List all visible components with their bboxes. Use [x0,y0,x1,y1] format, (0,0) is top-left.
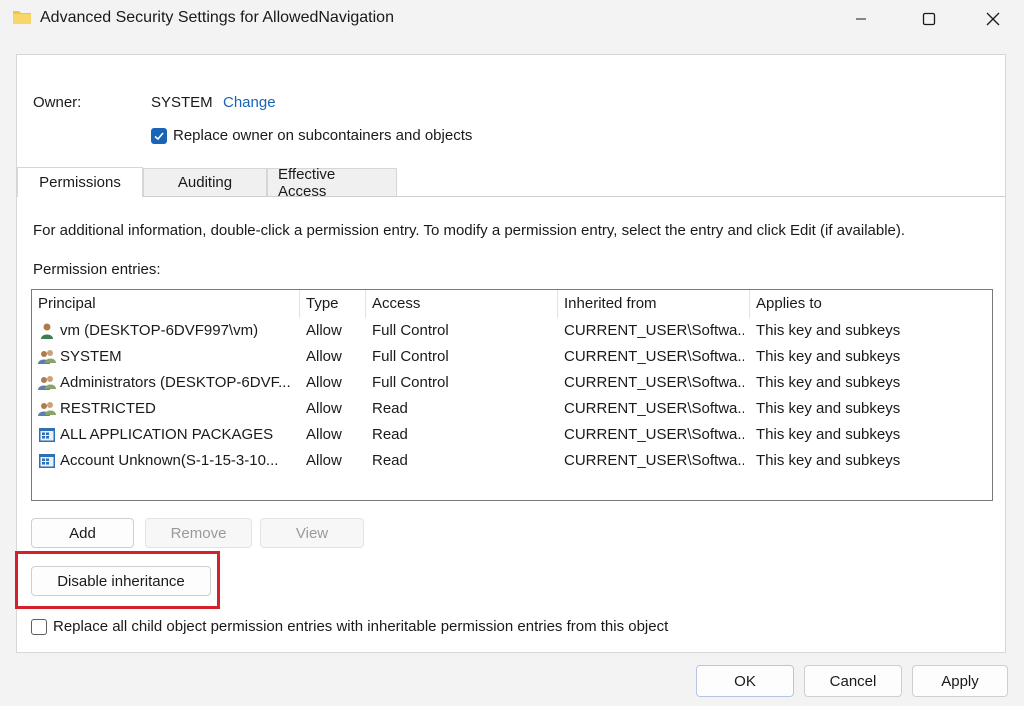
close-button[interactable] [970,0,1016,38]
table-row[interactable]: RESTRICTED Allow Read CURRENT_USER\Softw… [32,396,992,422]
replace-child-checkbox-row[interactable]: Replace all child object permission entr… [31,618,668,635]
principal-name: vm (DESKTOP-6DVF997\vm) [60,322,259,339]
replace-child-label: Replace all child object permission entr… [53,618,669,635]
entry-access: Full Control [372,348,449,365]
list-header: Principal Type Access Inherited from App… [32,290,992,318]
table-row[interactable]: Account Unknown(S-1-15-3-10... Allow Rea… [32,448,992,474]
group-icon [38,374,56,392]
ok-button[interactable]: OK [696,665,794,697]
column-header-inherited-from[interactable]: Inherited from [558,290,750,318]
entry-applies-to: This key and subkeys [756,374,901,391]
cancel-button[interactable]: Cancel [804,665,902,697]
title-bar: Advanced Security Settings for AllowedNa… [0,0,1024,38]
entry-access: Read [372,452,408,469]
column-header-type[interactable]: Type [300,290,366,318]
principal-name: RESTRICTED [60,400,156,417]
entry-access: Full Control [372,322,449,339]
principal-name: SYSTEM [60,348,122,365]
minimize-button[interactable] [838,0,884,38]
group-icon [38,400,56,418]
entry-inherited-from: CURRENT_USER\Softwa... [564,348,744,365]
entry-type: Allow [306,452,342,469]
entry-type: Allow [306,426,342,443]
checkmark-icon [154,131,164,140]
app-package-icon [38,452,56,470]
remove-button[interactable]: Remove [145,518,252,548]
principal-name: ALL APPLICATION PACKAGES [60,426,274,443]
principal-name: Administrators (DESKTOP-6DVF... [60,374,291,391]
permission-entries-list[interactable]: Principal Type Access Inherited from App… [31,289,993,501]
close-icon [986,12,1000,26]
entry-inherited-from: CURRENT_USER\Softwa... [564,322,744,339]
table-row[interactable]: Administrators (DESKTOP-6DVF... Allow Fu… [32,370,992,396]
replace-owner-checkbox[interactable] [151,127,167,144]
replace-child-checkbox[interactable] [31,618,47,635]
app-package-icon [38,426,56,444]
column-header-access[interactable]: Access [366,290,558,318]
group-icon [38,348,56,366]
principal-name: Account Unknown(S-1-15-3-10... [60,452,279,469]
entry-applies-to: This key and subkeys [756,400,901,417]
permissions-info-text: For additional information, double-click… [33,222,906,239]
folder-icon [12,9,32,25]
entry-access: Read [372,426,408,443]
entry-type: Allow [306,348,342,365]
permission-entries-label: Permission entries: [33,261,161,278]
tab-divider [17,196,1005,197]
maximize-icon [922,12,936,26]
tab-effective-access[interactable]: Effective Access [267,166,397,200]
user-icon [38,322,56,340]
entry-access: Full Control [372,374,449,391]
entry-inherited-from: CURRENT_USER\Softwa... [564,426,744,443]
maximize-button[interactable] [906,0,952,38]
owner-value: SYSTEM [151,94,213,111]
entry-type: Allow [306,374,342,391]
tab-auditing[interactable]: Auditing [143,168,267,196]
minimize-icon [856,18,866,20]
add-button[interactable]: Add [31,518,134,548]
entry-applies-to: This key and subkeys [756,452,901,469]
view-button[interactable]: View [260,518,364,548]
entry-type: Allow [306,400,342,417]
change-owner-link[interactable]: Change [223,94,276,111]
entry-applies-to: This key and subkeys [756,322,901,339]
advanced-security-settings-window: Advanced Security Settings for AllowedNa… [0,0,1024,706]
tab-permissions[interactable]: Permissions [17,167,143,197]
owner-label: Owner: [33,94,82,111]
table-row[interactable]: ALL APPLICATION PACKAGES Allow Read CURR… [32,422,992,448]
dialog-content: Owner: SYSTEM Change Replace owner on su… [15,54,1006,653]
entry-applies-to: This key and subkeys [756,348,901,365]
column-header-applies-to[interactable]: Applies to [750,290,992,318]
entry-inherited-from: CURRENT_USER\Softwa... [564,374,744,391]
replace-owner-checkbox-row[interactable]: Replace owner on subcontainers and objec… [151,127,472,144]
window-title: Advanced Security Settings for AllowedNa… [40,9,394,26]
column-header-principal[interactable]: Principal [32,290,300,318]
table-row[interactable]: SYSTEM Allow Full Control CURRENT_USER\S… [32,344,992,370]
entry-applies-to: This key and subkeys [756,426,901,443]
disable-inheritance-button[interactable]: Disable inheritance [31,566,211,596]
entry-inherited-from: CURRENT_USER\Softwa... [564,452,744,469]
apply-button[interactable]: Apply [912,665,1008,697]
entry-inherited-from: CURRENT_USER\Softwa... [564,400,744,417]
entry-access: Read [372,400,408,417]
replace-owner-label: Replace owner on subcontainers and objec… [173,127,473,144]
table-row[interactable]: vm (DESKTOP-6DVF997\vm) Allow Full Contr… [32,318,992,344]
entry-type: Allow [306,322,342,339]
